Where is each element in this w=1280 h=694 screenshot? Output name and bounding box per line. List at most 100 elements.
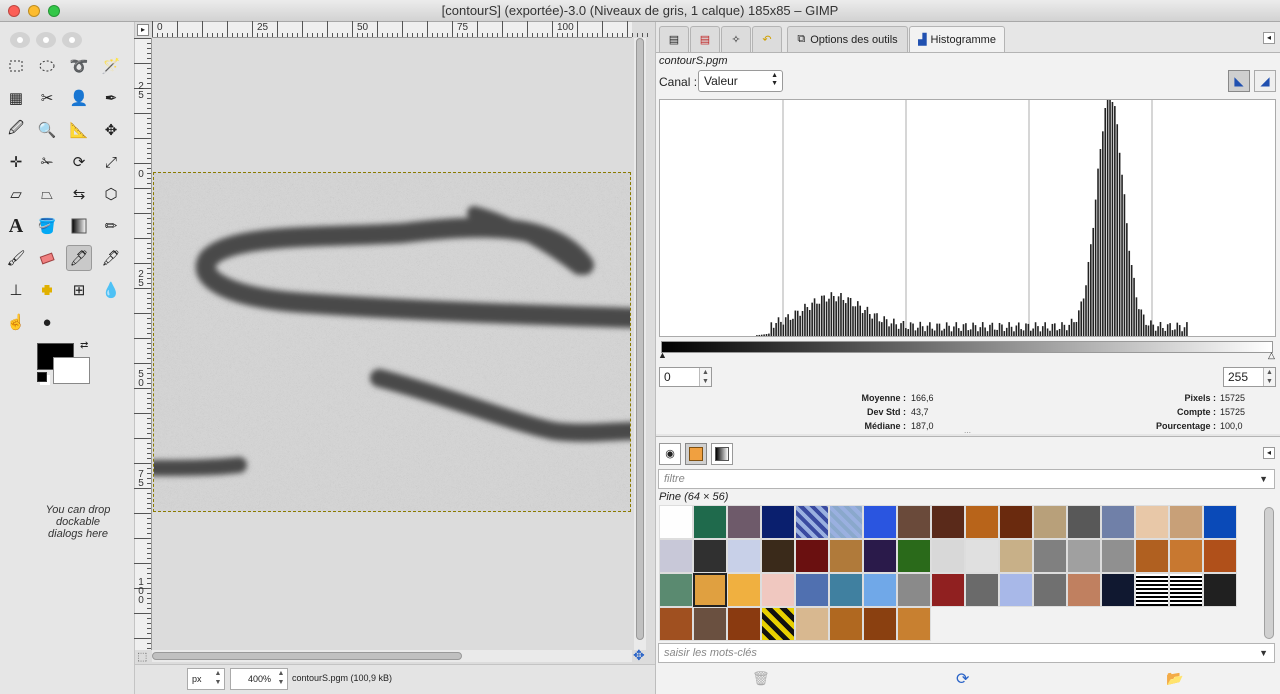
- shear-tool-icon[interactable]: ▱: [3, 181, 29, 207]
- pattern-swatch[interactable]: [727, 607, 761, 641]
- blend-tool-icon[interactable]: [66, 213, 92, 239]
- pattern-swatch[interactable]: [999, 505, 1033, 539]
- rect-select-tool-icon[interactable]: [3, 53, 29, 79]
- tab-gradients[interactable]: [711, 443, 733, 465]
- patterns-filter-input[interactable]: filtre ▼: [658, 469, 1275, 489]
- zoom-select[interactable]: 400% ▲ ▼: [230, 668, 288, 690]
- foreground-select-tool-icon[interactable]: 👤: [66, 85, 92, 111]
- airbrush-tool-icon[interactable]: 🖊: [66, 245, 92, 271]
- patterns-scrollbar[interactable]: [1264, 507, 1274, 639]
- pattern-swatch[interactable]: [999, 573, 1033, 607]
- pattern-swatch[interactable]: [829, 539, 863, 573]
- rotate-tool-icon[interactable]: ⟳: [66, 149, 92, 175]
- pattern-swatch[interactable]: [1203, 539, 1237, 573]
- pattern-swatch[interactable]: [863, 505, 897, 539]
- pattern-swatch[interactable]: [693, 539, 727, 573]
- pattern-swatch[interactable]: [693, 607, 727, 641]
- pattern-swatch[interactable]: [727, 505, 761, 539]
- flip-tool-icon[interactable]: ⇆: [66, 181, 92, 207]
- pattern-swatch[interactable]: [1101, 539, 1135, 573]
- text-tool-icon[interactable]: A: [3, 213, 29, 239]
- pattern-swatch[interactable]: [795, 573, 829, 607]
- default-colors-icon[interactable]: [37, 372, 47, 382]
- cage-transform-tool-icon[interactable]: ⬡: [98, 181, 124, 207]
- dodge-burn-tool-icon[interactable]: ●: [34, 309, 60, 335]
- pattern-swatch[interactable]: [795, 539, 829, 573]
- scissors-select-tool-icon[interactable]: ✂: [34, 85, 60, 111]
- pattern-swatch[interactable]: [1169, 505, 1203, 539]
- pattern-swatch[interactable]: [1067, 505, 1101, 539]
- log-histogram-button[interactable]: ◢: [1254, 70, 1276, 92]
- fuzzy-select-tool-icon[interactable]: 🪄: [98, 53, 124, 79]
- range-max-input[interactable]: 255 ▲ ▼: [1223, 367, 1276, 387]
- pattern-swatch[interactable]: [1169, 573, 1203, 607]
- pattern-swatch[interactable]: [965, 539, 999, 573]
- pattern-swatch[interactable]: [863, 573, 897, 607]
- dock-menu-icon[interactable]: ◂: [1263, 32, 1275, 44]
- pattern-swatch[interactable]: [693, 505, 727, 539]
- eraser-tool-icon[interactable]: [34, 245, 60, 271]
- pattern-swatch[interactable]: [727, 573, 761, 607]
- pattern-swatch[interactable]: [1033, 505, 1067, 539]
- color-picker-tool-icon[interactable]: 🖉: [3, 117, 29, 143]
- vertical-ruler[interactable]: 25 0 25 50 75 100: [134, 38, 152, 650]
- pattern-swatch[interactable]: [1135, 505, 1169, 539]
- pattern-swatch[interactable]: [659, 539, 693, 573]
- pattern-swatch[interactable]: [1033, 539, 1067, 573]
- ellipse-select-tool-icon[interactable]: [34, 53, 60, 79]
- ink-tool-icon[interactable]: 🖋: [98, 245, 124, 271]
- unit-select[interactable]: px ▲ ▼: [187, 668, 225, 690]
- pattern-swatch[interactable]: [965, 573, 999, 607]
- move-tool-icon[interactable]: ✥: [98, 117, 124, 143]
- tags-dropdown-icon[interactable]: ▼: [1259, 644, 1268, 662]
- pattern-swatch[interactable]: [659, 573, 693, 607]
- pattern-swatch[interactable]: [965, 505, 999, 539]
- open-folder-icon[interactable]: 📂: [1166, 670, 1183, 687]
- free-select-tool-icon[interactable]: ➰: [66, 53, 92, 79]
- blur-tool-icon[interactable]: 💧: [98, 277, 124, 303]
- vertical-scrollbar[interactable]: [634, 38, 646, 650]
- tab-paths[interactable]: ✧: [721, 26, 751, 52]
- select-by-color-tool-icon[interactable]: ▦: [3, 85, 29, 111]
- tab-layers[interactable]: ▤: [659, 26, 689, 52]
- perspective-clone-tool-icon[interactable]: ⊞: [66, 277, 92, 303]
- pattern-swatch[interactable]: [829, 607, 863, 641]
- pattern-swatch[interactable]: [1169, 539, 1203, 573]
- tab-undo[interactable]: ↶: [752, 26, 782, 52]
- pattern-swatch[interactable]: [761, 505, 795, 539]
- align-tool-icon[interactable]: ✛: [3, 149, 29, 175]
- measure-tool-icon[interactable]: 📐: [66, 117, 92, 143]
- pattern-swatch[interactable]: [863, 539, 897, 573]
- pattern-swatch[interactable]: [931, 539, 965, 573]
- filter-dropdown-icon[interactable]: ▼: [1259, 470, 1268, 488]
- pattern-swatch[interactable]: [897, 573, 931, 607]
- crop-tool-icon[interactable]: ✁: [34, 149, 60, 175]
- canal-select[interactable]: Valeur ▲ ▼: [698, 70, 783, 92]
- pattern-swatch[interactable]: [1067, 539, 1101, 573]
- pattern-swatch[interactable]: [1135, 573, 1169, 607]
- pattern-swatch[interactable]: [829, 573, 863, 607]
- patterns-menu-icon[interactable]: ◂: [1263, 447, 1275, 459]
- tab-channels[interactable]: ▤: [690, 26, 720, 52]
- menu-arrow-icon[interactable]: ▸: [137, 24, 149, 36]
- pattern-swatch[interactable]: [1067, 573, 1101, 607]
- paths-tool-icon[interactable]: ✒: [98, 85, 124, 111]
- background-color-swatch[interactable]: [53, 357, 90, 384]
- minimize-window-button[interactable]: [28, 5, 40, 17]
- zoom-tool-icon[interactable]: 🔍: [34, 117, 60, 143]
- pattern-swatch[interactable]: [659, 607, 693, 641]
- smudge-tool-icon[interactable]: ☝: [3, 309, 29, 335]
- pattern-swatch[interactable]: [931, 573, 965, 607]
- pattern-swatch[interactable]: [1135, 539, 1169, 573]
- pattern-swatch[interactable]: [727, 539, 761, 573]
- pattern-swatch[interactable]: [761, 607, 795, 641]
- tab-brushes[interactable]: ◉: [659, 443, 681, 465]
- pattern-swatch[interactable]: [931, 505, 965, 539]
- clone-tool-icon[interactable]: ⊥: [3, 277, 29, 303]
- pattern-swatch[interactable]: [897, 607, 931, 641]
- pattern-swatch[interactable]: [897, 539, 931, 573]
- pattern-swatch[interactable]: [1033, 573, 1067, 607]
- pattern-swatch[interactable]: [1203, 505, 1237, 539]
- horizontal-ruler[interactable]: 0 25 50 75 100: [152, 21, 648, 38]
- refresh-patterns-icon[interactable]: ⟳: [956, 669, 969, 689]
